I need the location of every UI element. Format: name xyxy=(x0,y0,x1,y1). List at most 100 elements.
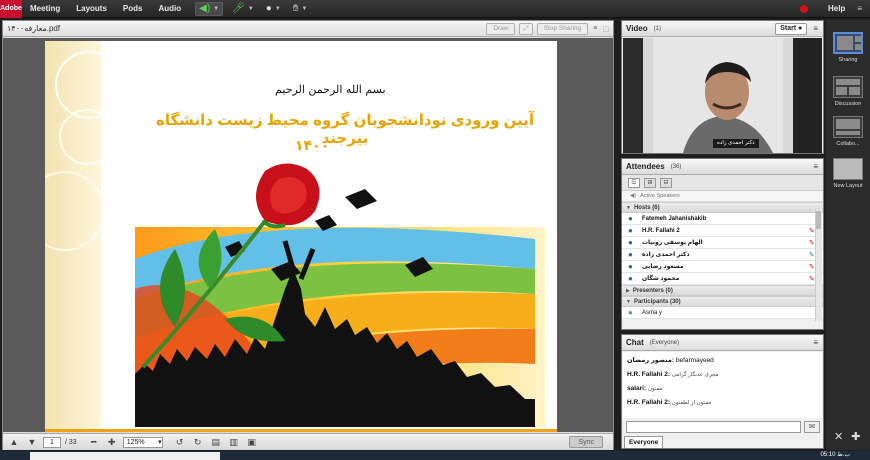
triangle-down-icon: ▼ xyxy=(626,204,631,211)
attendee-row[interactable]: ● محمود شگان ✎ xyxy=(622,273,823,285)
page-down-icon[interactable]: ▼ xyxy=(25,436,39,449)
chevron-down-icon: ▼ xyxy=(213,5,220,12)
draw-button[interactable]: Draw xyxy=(486,22,516,35)
pod-menu-icon[interactable]: ≡ xyxy=(813,162,818,171)
webcam-toggle[interactable]: ● ▼ xyxy=(263,2,284,16)
chevron-down-icon: ▼ xyxy=(247,5,254,12)
start-webcam-button[interactable]: Start ● xyxy=(775,22,808,35)
window-controls-icon[interactable]: ≡ xyxy=(857,4,862,13)
pod-menu-icon[interactable]: ≡ xyxy=(593,25,597,32)
status-view-icon[interactable]: ⊞ xyxy=(644,177,656,188)
slide-page: بسم الله الرحمن الرحيم آیین ورودی نودانش… xyxy=(45,41,557,432)
recording-indicator-icon[interactable] xyxy=(799,4,808,13)
menu-pods[interactable]: Pods xyxy=(115,4,151,13)
attendee-view-toolbar: ☰ ⊞ ⊟ xyxy=(622,175,823,191)
attendee-row[interactable]: ● Fatemeh Jahanishakib xyxy=(622,213,823,225)
page-up-icon[interactable]: ▲ xyxy=(7,436,21,449)
layout-new[interactable]: New Layout xyxy=(830,158,866,189)
list-view-icon[interactable]: ☰ xyxy=(628,177,640,188)
webcam-icon: ● xyxy=(265,3,272,14)
zoom-select[interactable]: 125% ▾ xyxy=(122,436,163,448)
host-person-icon: ● xyxy=(628,237,633,247)
attendee-row[interactable]: ● دکتر احمدی زاده ✎ xyxy=(622,249,823,261)
layout-collaboration[interactable]: Collabo... xyxy=(830,116,866,147)
chat-message: salari: ممنون xyxy=(627,385,663,392)
zoom-in-icon[interactable]: ✚ xyxy=(105,436,119,449)
fit-page-icon[interactable]: ▤ xyxy=(209,436,223,449)
participant-person-icon: ● xyxy=(628,307,633,317)
page-total: / 33 xyxy=(65,438,77,446)
share-pod: ۱۴۰۰معارفه.pdf Draw ⤢ Stop Sharing ≡ ⬚ ب… xyxy=(2,20,614,450)
speaker-icon: ◀) xyxy=(199,3,211,14)
share-filename: ۱۴۰۰معارفه.pdf xyxy=(7,24,61,33)
chat-pod: Chat (Everyone) ≡ منصور رمضان: befarmaye… xyxy=(621,334,824,449)
breakout-view-icon[interactable]: ⊟ xyxy=(660,177,672,188)
attendee-row[interactable]: ● H.R. Fallahi 2 ✎ xyxy=(622,225,823,237)
draw-tool-icon[interactable]: ▣ xyxy=(245,436,259,449)
chat-pod-title: Chat xyxy=(626,338,644,347)
layout-sharing[interactable]: Sharing xyxy=(830,32,866,63)
chat-message: H.R. Fallahi 2: مجری عدنگار گرامی xyxy=(627,371,719,378)
microphone-toggle[interactable]: 🎤︎ ▼ xyxy=(229,2,257,16)
speaker-toggle[interactable]: ◀) ▼ xyxy=(195,1,224,16)
chat-pod-titlebar: Chat (Everyone) ≡ xyxy=(622,335,823,351)
chat-input[interactable] xyxy=(626,421,801,433)
maximize-icon[interactable]: ⬚ xyxy=(602,25,609,33)
attendee-row[interactable]: ● الهام یوسفی روبیات ✎ xyxy=(622,237,823,249)
pod-menu-icon[interactable]: ≡ xyxy=(813,24,818,33)
status-toggle[interactable]: ✋︎ ▼ xyxy=(290,2,311,16)
rotate-right-icon[interactable]: ↻ xyxy=(191,436,205,449)
presenters-group-header[interactable]: ▶ Presenters (0) xyxy=(622,285,823,296)
layout-tools: ✕ ✚ xyxy=(834,430,860,443)
attendee-count: (36) xyxy=(670,163,682,170)
attendee-row[interactable]: ● مسعود رضایی ✎ xyxy=(622,261,823,273)
chat-tab-everyone[interactable]: Everyone xyxy=(624,436,664,448)
fullscreen-icon[interactable]: ⤢ xyxy=(519,22,533,35)
slide-basmala: بسم الله الرحمن الرحيم xyxy=(275,83,386,96)
attendees-pod-title: Attendees xyxy=(626,162,665,171)
taskbar-search-input[interactable] xyxy=(30,452,220,460)
chat-log: منصور رمضان: befarmayeed H.R. Fallahi 2:… xyxy=(623,352,822,418)
participants-group-header[interactable]: ▼ Participants (30) xyxy=(622,296,823,307)
document-view[interactable]: بسم الله الرحمن الرحيم آیین ورودی نودانش… xyxy=(3,38,613,432)
menu-meeting[interactable]: Meeting xyxy=(22,4,68,13)
layout-discussion[interactable]: Discussion xyxy=(830,76,866,107)
hosts-group-header[interactable]: ▼ Hosts (6) xyxy=(622,202,823,213)
add-icon[interactable]: ✚ xyxy=(851,430,860,443)
menu-help[interactable]: Help xyxy=(828,4,845,13)
close-icon[interactable]: ✕ xyxy=(834,430,843,443)
slide-title: آیین ورودی نودانشجویان گروه محیط زیست دا… xyxy=(155,112,535,147)
host-person-icon: ● xyxy=(628,249,633,259)
triangle-down-icon: ▼ xyxy=(626,298,631,305)
rotate-left-icon[interactable]: ↺ xyxy=(173,436,187,449)
pod-menu-icon[interactable]: ≡ xyxy=(813,338,818,347)
adobe-logo: Adobe xyxy=(0,0,22,18)
video-pod-title: Video xyxy=(626,24,648,33)
fit-width-icon[interactable]: ▥ xyxy=(227,436,241,449)
sync-button[interactable]: Sync xyxy=(569,436,603,448)
send-message-icon[interactable]: ✉ xyxy=(804,421,820,433)
page-number-input[interactable]: 1 xyxy=(43,436,61,448)
webcam-video[interactable]: دکتر احمدی زاده xyxy=(623,38,822,153)
host-person-icon: ● xyxy=(628,261,633,271)
taskbar-clock: 05:10 ب.ظ xyxy=(820,452,850,458)
webcam-feed xyxy=(623,38,822,153)
host-person-icon: ● xyxy=(628,213,633,223)
host-person-icon: ● xyxy=(628,225,633,235)
app-window: Adobe Meeting Layouts Pods Audio ◀) ▼ 🎤︎ ▼… xyxy=(0,0,870,460)
attendee-row[interactable]: ● Asma y xyxy=(622,307,823,319)
microphone-icon: 🎤︎ xyxy=(232,3,245,14)
chat-message: منصور رمضان: befarmayeed xyxy=(627,357,714,364)
webcam-name-tag: دکتر احمدی زاده xyxy=(713,139,759,148)
menu-layouts[interactable]: Layouts xyxy=(68,4,115,13)
active-speakers: ◀) Active Speakers xyxy=(622,191,823,202)
menu-audio[interactable]: Audio xyxy=(150,4,189,13)
chevron-down-icon: ▾ xyxy=(158,438,162,446)
video-count: (1) xyxy=(653,25,661,32)
triangle-right-icon: ▶ xyxy=(626,287,630,294)
attendee-scrollbar[interactable] xyxy=(815,209,822,321)
zoom-out-icon[interactable]: ━ xyxy=(87,436,101,449)
chat-message: H.R. Fallahi 2: ممنون از لطفتون xyxy=(627,399,712,406)
chevron-down-icon: ▼ xyxy=(274,5,281,12)
stop-sharing-button[interactable]: Stop Sharing xyxy=(536,22,589,35)
